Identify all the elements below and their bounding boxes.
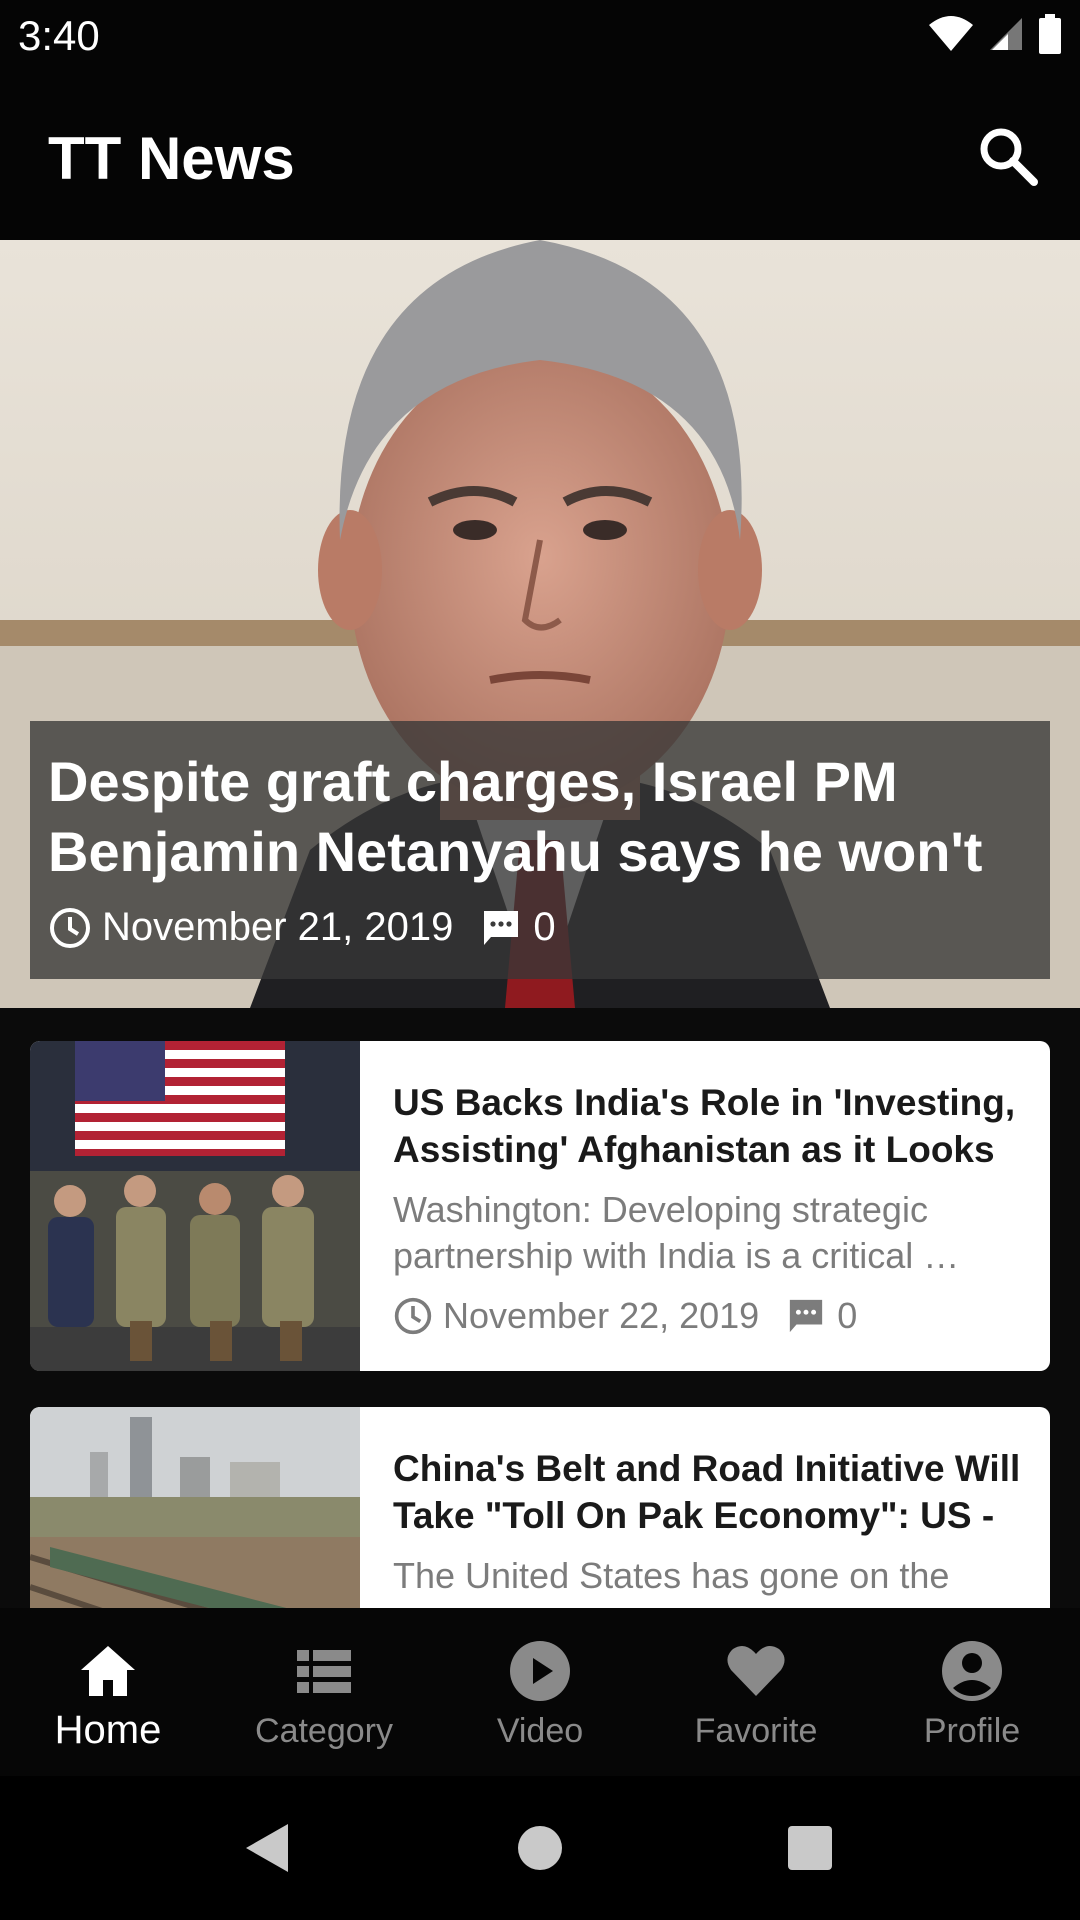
wifi-icon: [929, 16, 973, 51]
nav-video[interactable]: Video: [432, 1608, 648, 1776]
home-icon: [81, 1646, 135, 1696]
article-title: China's Belt and Road Initiative Will Ta…: [393, 1448, 1021, 1536]
article-thumbnail: [30, 1407, 360, 1608]
article-title: US Backs India's Role in 'Investing, Ass…: [393, 1082, 1016, 1170]
article-card[interactable]: China's Belt and Road Initiative Will Ta…: [30, 1407, 1050, 1608]
nav-category[interactable]: Category: [216, 1608, 432, 1776]
article-excerpt: Washington: Developing strategic partner…: [393, 1189, 960, 1276]
list-icon: [297, 1650, 351, 1693]
nav-home-label: Home: [54, 1708, 162, 1752]
featured-article-date: November 21, 2019: [102, 905, 454, 949]
nav-profile-label: Profile: [923, 1712, 1021, 1750]
recents-icon[interactable]: [774, 1812, 846, 1884]
battery-icon: [1039, 14, 1061, 54]
account-icon: [942, 1641, 1002, 1701]
article-meta: November 22, 2019 0: [393, 1295, 1033, 1337]
featured-article-title: Despite graft charges, Israel PM Benjami…: [48, 750, 983, 883]
clock-icon: [394, 1297, 432, 1335]
nav-video-label: Video: [496, 1712, 584, 1750]
home-circle-icon[interactable]: [504, 1812, 576, 1884]
featured-article[interactable]: Despite graft charges, Israel PM Benjami…: [0, 240, 1080, 1008]
nav-favorite-label: Favorite: [694, 1712, 818, 1750]
article-card[interactable]: US Backs India's Role in 'Investing, Ass…: [30, 1041, 1050, 1371]
app-title: TT News: [48, 125, 295, 192]
search-icon[interactable]: [976, 124, 1040, 188]
nav-category-label: Category: [255, 1712, 393, 1750]
article-card-body: China's Belt and Road Initiative Will Ta…: [393, 1445, 1033, 1608]
article-thumbnail: [30, 1041, 360, 1371]
play-icon: [510, 1641, 570, 1701]
featured-article-caption: Despite graft charges, Israel PM Benjami…: [30, 721, 1050, 979]
article-excerpt: The United States has gone on the offens…: [393, 1555, 950, 1608]
article-list[interactable]: US Backs India's Role in 'Investing, Ass…: [0, 1008, 1080, 1608]
status-icons: [928, 14, 1062, 54]
bottom-navigation: Home Category Video Favorite Profile: [0, 1608, 1080, 1776]
status-time: 3:40: [18, 12, 100, 59]
clock-icon: [50, 907, 90, 948]
article-comment-count: 0: [837, 1295, 858, 1336]
app-bar: TT News: [0, 72, 1080, 240]
nav-profile[interactable]: Profile: [864, 1608, 1080, 1776]
system-navigation-bar: [0, 1776, 1080, 1920]
comment-icon: [790, 1299, 823, 1333]
status-bar: 3:40: [0, 0, 1080, 72]
back-icon[interactable]: [232, 1812, 304, 1884]
heart-icon: [727, 1645, 785, 1696]
featured-article-comment-count: 0: [533, 905, 556, 949]
comment-icon: [484, 910, 519, 945]
featured-article-meta: November 21, 2019 0: [48, 905, 1032, 950]
nav-home[interactable]: Home: [0, 1608, 216, 1776]
nav-favorite[interactable]: Favorite: [648, 1608, 864, 1776]
article-card-body: US Backs India's Role in 'Investing, Ass…: [393, 1079, 1033, 1337]
cell-signal-icon: [990, 18, 1022, 50]
article-date: November 22, 2019: [443, 1295, 760, 1336]
